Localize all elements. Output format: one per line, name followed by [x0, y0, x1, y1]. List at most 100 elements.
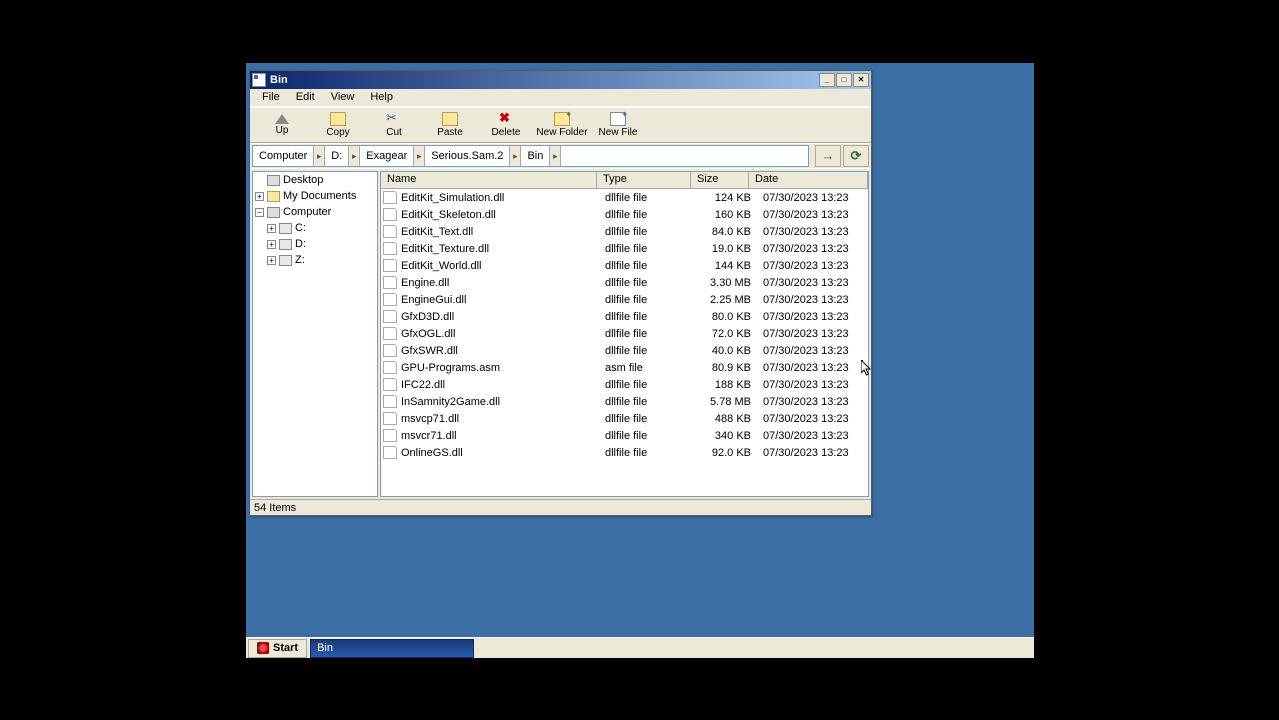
column-date[interactable]: Date — [749, 172, 868, 188]
file-icon — [383, 378, 397, 391]
file-row[interactable]: EditKit_Skeleton.dlldllfile file160 KB07… — [381, 206, 868, 223]
desktop-icon — [267, 175, 280, 186]
start-button[interactable]: Start — [248, 639, 307, 658]
file-size-cell: 160 KB — [699, 209, 757, 221]
status-text: 54 Items — [254, 502, 296, 514]
window-icon — [252, 73, 266, 87]
up-button[interactable]: Up — [254, 108, 310, 142]
chevron-right-icon[interactable]: ▸ — [413, 146, 425, 166]
folder-tree[interactable]: Desktop + My Documents − Computer + C: + — [252, 171, 378, 497]
go-button[interactable]: → — [815, 145, 841, 167]
chevron-right-icon[interactable]: ▸ — [549, 146, 561, 166]
file-type-cell: dllfile file — [601, 396, 699, 408]
file-row[interactable]: EditKit_Text.dlldllfile file84.0 KB07/30… — [381, 223, 868, 240]
file-row[interactable]: GfxOGL.dlldllfile file72.0 KB07/30/2023 … — [381, 325, 868, 342]
path-segment-bin[interactable]: Bin — [521, 146, 549, 166]
file-size-cell: 92.0 KB — [699, 447, 757, 459]
toolbar: Up Copy Cut Paste Delete New Folder New … — [250, 107, 871, 143]
column-type[interactable]: Type — [597, 172, 691, 188]
tree-z-label: Z: — [295, 254, 305, 266]
new-folder-button[interactable]: New Folder — [534, 108, 590, 142]
breadcrumb[interactable]: Computer▸D:▸Exagear▸Serious.Sam.2▸Bin▸ — [252, 145, 809, 167]
new-file-label: New File — [599, 127, 638, 138]
up-arrow-icon — [275, 114, 289, 124]
copy-icon — [330, 112, 346, 126]
file-row[interactable]: InSamnity2Game.dlldllfile file5.78 MB07/… — [381, 393, 868, 410]
tree-computer[interactable]: − Computer — [253, 204, 377, 220]
path-segment-exagear[interactable]: Exagear — [360, 146, 413, 166]
menu-edit[interactable]: Edit — [288, 89, 323, 106]
menu-file[interactable]: File — [254, 89, 288, 106]
expand-computer[interactable]: − — [255, 208, 264, 217]
file-row[interactable]: IFC22.dlldllfile file188 KB07/30/2023 13… — [381, 376, 868, 393]
chevron-right-icon[interactable]: ▸ — [348, 146, 360, 166]
file-icon — [383, 361, 397, 374]
titlebar[interactable]: Bin _ □ ✕ — [250, 71, 871, 89]
tree-c-drive[interactable]: + C: — [253, 220, 377, 236]
file-row[interactable]: Engine.dlldllfile file3.30 MB07/30/2023 … — [381, 274, 868, 291]
delete-button[interactable]: Delete — [478, 108, 534, 142]
file-row[interactable]: EngineGui.dlldllfile file2.25 MB07/30/20… — [381, 291, 868, 308]
copy-button[interactable]: Copy — [310, 108, 366, 142]
file-row[interactable]: GfxD3D.dlldllfile file80.0 KB07/30/2023 … — [381, 308, 868, 325]
file-size-cell: 488 KB — [699, 413, 757, 425]
statusbar: 54 Items — [250, 499, 871, 515]
file-date-cell: 07/30/2023 13:23 — [757, 226, 868, 238]
file-list-body[interactable]: EditKit_Simulation.dlldllfile file 124 KB… — [381, 189, 868, 497]
file-type-cell: dllfile file — [601, 413, 699, 425]
refresh-button[interactable]: ⟳ — [843, 145, 869, 167]
file-row[interactable]: OnlineGS.dlldllfile file92.0 KB07/30/202… — [381, 444, 868, 461]
tree-my-documents[interactable]: + My Documents — [253, 188, 377, 204]
tree-d-drive[interactable]: + D: — [253, 236, 377, 252]
expand-c[interactable]: + — [267, 224, 276, 233]
file-name-cell: IFC22.dll — [401, 379, 601, 391]
file-row[interactable]: EditKit_World.dlldllfile file144 KB07/30… — [381, 257, 868, 274]
tree-desktop[interactable]: Desktop — [253, 172, 377, 188]
column-size[interactable]: Size — [691, 172, 749, 188]
taskbar-item-bin[interactable]: Bin — [310, 639, 474, 658]
file-size-cell: 124 KB — [699, 192, 757, 204]
file-type-cell: dllfile file — [601, 311, 699, 323]
path-segment-computer[interactable]: Computer — [253, 146, 313, 166]
file-list[interactable]: Name Type Size Date EditKit_Simulation.d… — [380, 171, 869, 497]
path-segment-d[interactable]: D: — [325, 146, 348, 166]
tree-z-drive[interactable]: + Z: — [253, 252, 377, 268]
close-button[interactable]: ✕ — [853, 73, 869, 87]
drive-icon — [279, 255, 292, 266]
tree-computer-label: Computer — [283, 206, 331, 218]
expand-d[interactable]: + — [267, 240, 276, 249]
file-icon — [383, 446, 397, 459]
chevron-right-icon[interactable]: ▸ — [509, 146, 521, 166]
new-file-button[interactable]: New File — [590, 108, 646, 142]
file-name-cell: EditKit_Simulation.dll — [401, 192, 601, 204]
start-label: Start — [273, 642, 298, 654]
maximize-button[interactable]: □ — [836, 73, 852, 87]
expand-my-documents[interactable]: + — [255, 192, 264, 201]
delete-label: Delete — [492, 127, 521, 138]
cut-button[interactable]: Cut — [366, 108, 422, 142]
file-row[interactable]: GfxSWR.dlldllfile file40.0 KB07/30/2023 … — [381, 342, 868, 359]
file-name-cell: GfxOGL.dll — [401, 328, 601, 340]
chevron-right-icon[interactable]: ▸ — [313, 146, 325, 166]
minimize-button[interactable]: _ — [819, 73, 835, 87]
drive-icon — [279, 239, 292, 250]
pathbar: Computer▸D:▸Exagear▸Serious.Sam.2▸Bin▸ →… — [250, 143, 871, 169]
expand-z[interactable]: + — [267, 256, 276, 265]
menu-view[interactable]: View — [323, 89, 363, 106]
file-icon — [383, 412, 397, 425]
file-date-cell: 07/30/2023 13:23 — [757, 396, 868, 408]
file-row[interactable]: GPU-Programs.asmasm file80.9 KB07/30/202… — [381, 359, 868, 376]
file-row[interactable]: msvcr71.dlldllfile file340 KB07/30/2023 … — [381, 427, 868, 444]
file-row[interactable]: EditKit_Texture.dlldllfile file19.0 KB07… — [381, 240, 868, 257]
paste-button[interactable]: Paste — [422, 108, 478, 142]
taskbar[interactable]: Start Bin — [246, 637, 1034, 658]
file-size-cell: 340 KB — [699, 430, 757, 442]
file-name-cell: OnlineGS.dll — [401, 447, 601, 459]
file-date-cell: 07/30/2023 13:23 — [757, 362, 868, 374]
path-segment-serioussam2[interactable]: Serious.Sam.2 — [425, 146, 509, 166]
file-row[interactable]: EditKit_Simulation.dlldllfile file124 KB… — [381, 189, 868, 206]
column-name[interactable]: Name — [381, 172, 597, 188]
menu-help[interactable]: Help — [362, 89, 401, 106]
file-type-cell: dllfile file — [601, 243, 699, 255]
file-row[interactable]: msvcp71.dlldllfile file488 KB07/30/2023 … — [381, 410, 868, 427]
